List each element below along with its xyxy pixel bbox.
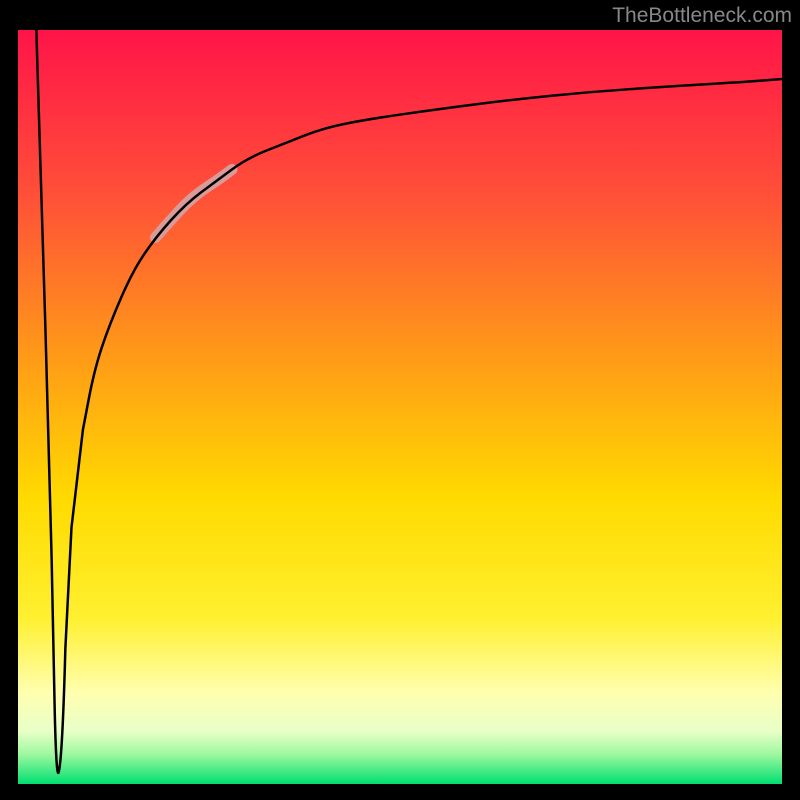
watermark-text: TheBottleneck.com [612,4,792,28]
gradient-background [18,30,782,784]
chart-svg [18,30,782,784]
bottleneck-chart [18,30,782,784]
